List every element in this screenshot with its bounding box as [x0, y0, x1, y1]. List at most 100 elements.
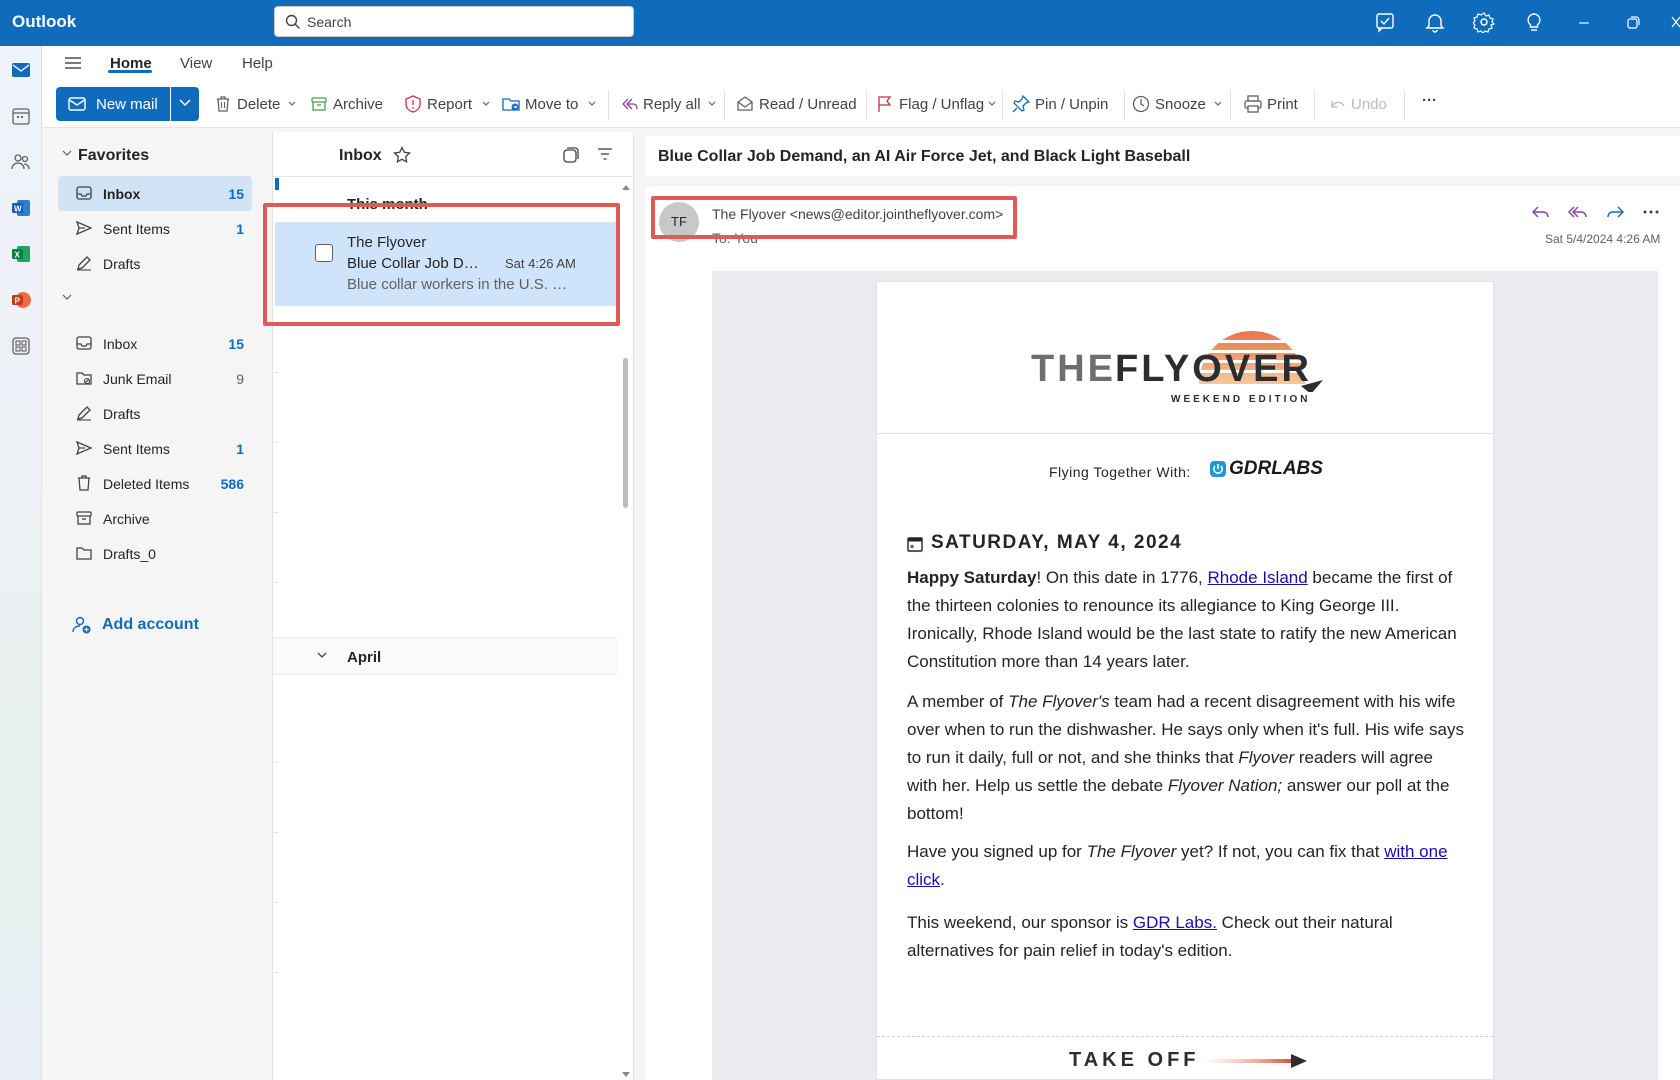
favorites-header[interactable]: Favorites — [78, 147, 149, 165]
move-to-button[interactable]: Move to — [502, 94, 596, 116]
group-header-this-month[interactable]: This month — [347, 196, 428, 213]
more-options-icon[interactable] — [1643, 209, 1659, 215]
tab-view[interactable]: View — [180, 55, 212, 72]
power-icon — [1210, 461, 1226, 477]
arrow-icon — [1199, 1054, 1307, 1068]
star-icon[interactable] — [393, 146, 411, 164]
group-header-april[interactable]: April — [273, 637, 617, 675]
folder-inbox[interactable]: Inbox 15 — [58, 326, 252, 361]
toolbar-divider — [1002, 90, 1003, 120]
scroll-up-arrow-icon[interactable] — [622, 184, 630, 190]
pencil-icon — [77, 406, 91, 421]
calendar-icon[interactable] — [5, 100, 37, 132]
close-icon[interactable] — [1668, 11, 1680, 35]
folder-sent-items[interactable]: Sent Items 1 — [58, 431, 252, 466]
folder-icon — [76, 547, 92, 560]
flag-icon — [878, 96, 892, 112]
toolbar-divider — [1124, 90, 1125, 120]
folder-drafts[interactable]: Drafts — [58, 396, 252, 431]
reply-icon[interactable] — [1531, 203, 1551, 221]
folder-move-icon — [502, 98, 520, 111]
mail-icon[interactable] — [5, 54, 37, 86]
filter-icon[interactable] — [597, 147, 613, 161]
gear-icon[interactable] — [1473, 11, 1497, 35]
search-input[interactable] — [307, 11, 617, 33]
scrollbar-thumb[interactable] — [623, 358, 628, 508]
people-icon[interactable] — [5, 146, 37, 178]
bell-icon[interactable] — [1424, 11, 1448, 35]
minimize-icon[interactable] — [1573, 11, 1597, 35]
scroll-position-indicator — [275, 178, 279, 190]
lightbulb-icon[interactable] — [1523, 11, 1547, 35]
undo-button[interactable]: Undo — [1328, 94, 1400, 116]
read-unread-button[interactable]: Read / Unread — [736, 94, 858, 116]
chevron-down-icon — [317, 652, 327, 658]
gdr-labs-link[interactable]: GDR Labs. — [1133, 913, 1217, 932]
sender-address[interactable]: The Flyover <news@editor.jointheflyover.… — [712, 206, 1003, 222]
add-account-link[interactable]: Add account — [72, 614, 232, 638]
hamburger-menu-icon[interactable] — [64, 55, 82, 71]
favorite-sent-items[interactable]: Sent Items 1 — [58, 211, 252, 246]
reply-all-button[interactable]: Reply all — [620, 94, 716, 116]
archive-icon — [76, 511, 92, 525]
message-list-item[interactable]: The Flyover Blue Collar Job Demand, an A… — [275, 222, 617, 306]
app-title[interactable]: Outlook — [12, 12, 76, 32]
section-divider — [877, 1036, 1493, 1037]
select-mode-icon[interactable] — [563, 147, 579, 163]
svg-text:W: W — [14, 205, 22, 214]
archive-button[interactable]: Archive — [310, 94, 384, 116]
whats-new-icon[interactable] — [1374, 11, 1398, 35]
folder-drafts-0[interactable]: Drafts_0 — [58, 536, 252, 571]
account-chevron-down-icon[interactable] — [62, 294, 72, 300]
avatar[interactable]: TF — [659, 202, 699, 242]
pin-unpin-button[interactable]: Pin / Unpin — [1012, 94, 1112, 116]
envelope-open-icon — [737, 96, 753, 111]
email-subject: Blue Collar Job Demand, an AI Air Force … — [658, 148, 1191, 165]
toolbar-divider — [1404, 90, 1405, 120]
toolbar-divider — [724, 90, 725, 120]
new-mail-button[interactable]: New mail — [56, 87, 170, 121]
reply-all-icon[interactable] — [1567, 203, 1589, 221]
folder-pane: Favorites Inbox 15 Sent Items 1 Drafts I… — [42, 128, 264, 1080]
message-checkbox[interactable] — [315, 244, 333, 262]
folder-deleted-items[interactable]: Deleted Items 586 — [58, 466, 252, 501]
rhode-island-link[interactable]: Rhode Island — [1208, 568, 1308, 587]
snooze-button[interactable]: Snooze — [1132, 94, 1224, 116]
flag-unflag-button[interactable]: Flag / Unflag — [876, 94, 996, 116]
unread-count: 1 — [236, 441, 244, 457]
folder-name: Deleted Items — [103, 476, 190, 492]
restore-icon[interactable] — [1622, 11, 1646, 35]
list-title: Inbox — [339, 147, 382, 164]
divider — [273, 762, 279, 763]
apps-icon[interactable] — [5, 330, 37, 362]
forward-icon[interactable] — [1605, 203, 1625, 221]
divider — [273, 372, 279, 373]
word-icon[interactable]: W — [5, 192, 37, 224]
scroll-down-arrow-icon[interactable] — [622, 1072, 630, 1078]
sponsor-logo-text[interactable]: GDRLABS — [1229, 458, 1323, 480]
chevron-down-icon[interactable] — [62, 150, 72, 156]
folder-junk-email[interactable]: Junk Email 9 — [58, 361, 252, 396]
pin-icon — [1012, 95, 1030, 113]
message-list-scrollbar[interactable] — [621, 178, 633, 1078]
favorite-inbox[interactable]: Inbox 15 — [58, 176, 252, 211]
active-tab-indicator — [108, 70, 152, 73]
report-button[interactable]: Report — [404, 94, 490, 116]
tab-help[interactable]: Help — [242, 55, 273, 72]
excel-icon[interactable]: X — [5, 238, 37, 270]
delete-button[interactable]: Delete — [214, 94, 296, 116]
powerpoint-icon[interactable]: P — [5, 284, 37, 316]
chevron-down-icon — [588, 101, 596, 106]
search-box[interactable] — [274, 6, 634, 37]
favorite-drafts[interactable]: Drafts — [58, 246, 252, 281]
message-subject: Blue Collar Job Demand, an AI Air Force … — [347, 255, 487, 272]
calendar-icon — [907, 537, 923, 552]
print-button[interactable]: Print — [1244, 94, 1310, 116]
folder-name: Drafts — [103, 256, 141, 272]
new-mail-dropdown[interactable] — [171, 87, 199, 121]
trash-icon — [78, 475, 90, 491]
divider — [273, 442, 279, 443]
more-actions-button[interactable]: ··· — [1420, 90, 1446, 112]
logo-subtitle: WEEKEND EDITION — [1171, 394, 1311, 405]
folder-archive[interactable]: Archive — [58, 501, 252, 536]
